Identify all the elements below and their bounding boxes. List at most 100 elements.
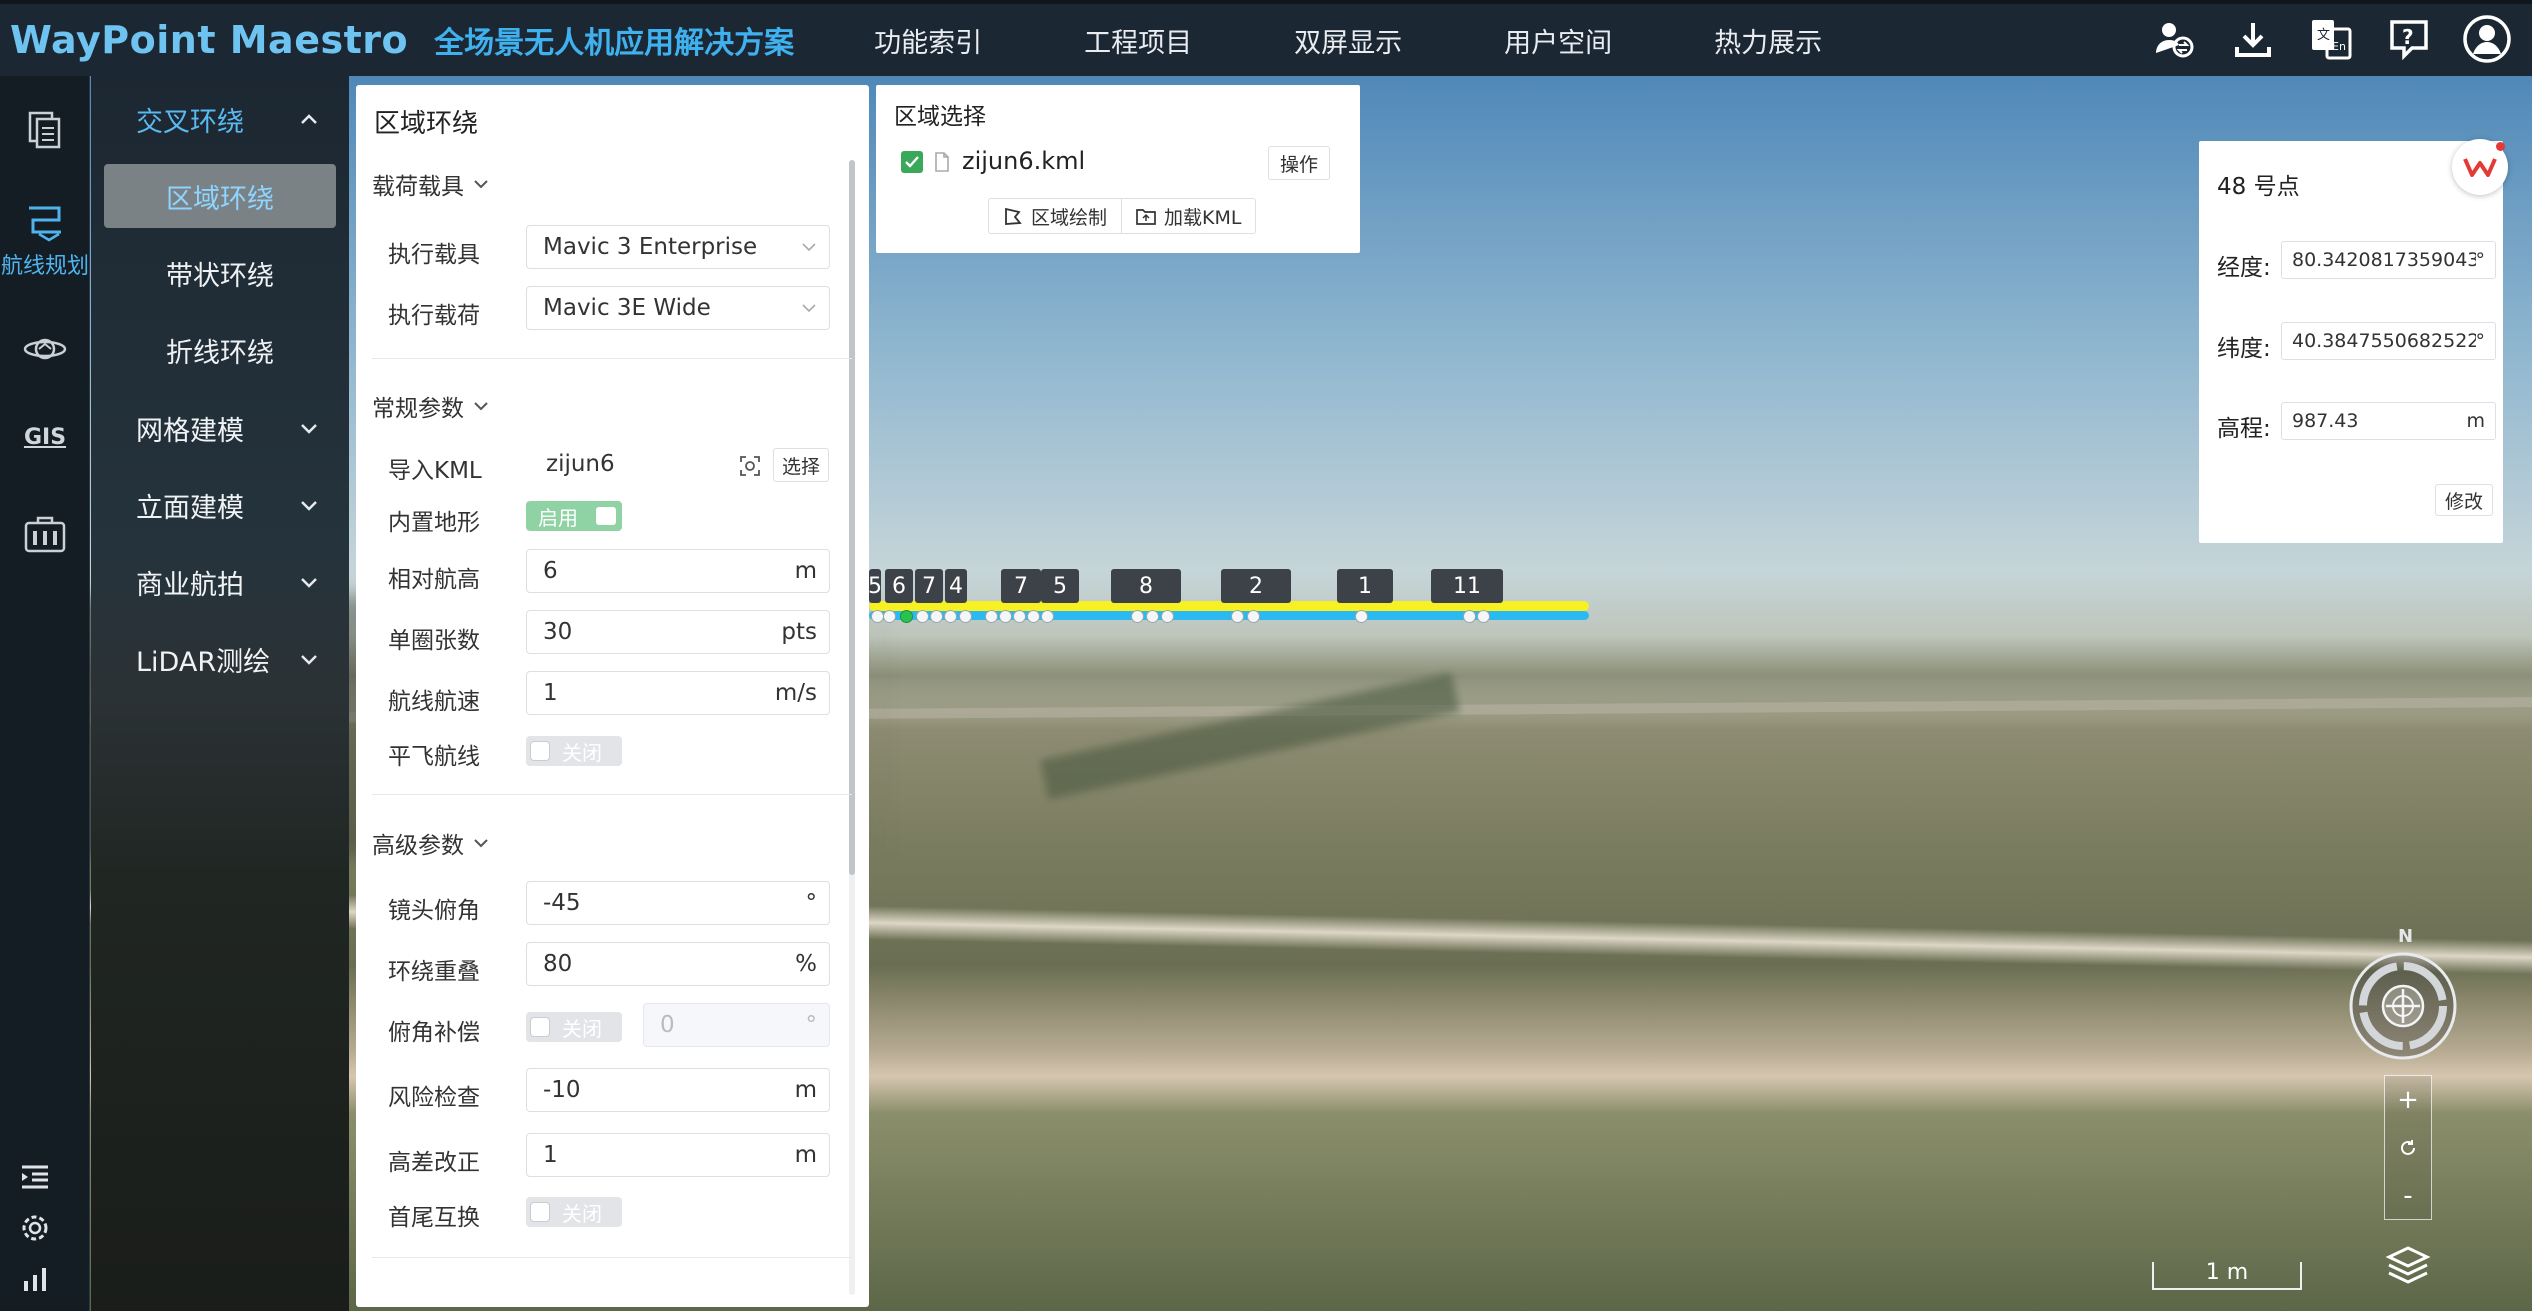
waypoint-dot[interactable] — [1463, 610, 1476, 623]
risk-input[interactable]: -10 m — [526, 1068, 830, 1112]
waypoint-dot[interactable] — [1041, 610, 1054, 623]
waypoint-tag[interactable]: 4 — [945, 569, 967, 603]
zoom-in-button[interactable]: + — [2385, 1076, 2431, 1124]
download-icon[interactable] — [2226, 12, 2280, 66]
waypoint-dot[interactable] — [1013, 610, 1026, 623]
edit-waypoint-button[interactable]: 修改 — [2435, 484, 2493, 516]
latitude-input[interactable]: 40.3847550682522 ° — [2281, 322, 2496, 360]
menu-group-lidar-mapping[interactable]: LiDAR测绘 — [91, 631, 349, 687]
menu-item-strip-orbit[interactable]: 带状环绕 — [104, 241, 336, 305]
kml-operate-button[interactable]: 操作 — [1268, 146, 1330, 180]
waypoint-tag[interactable]: 2 — [1221, 569, 1291, 603]
waypoint-tag[interactable]: 11 — [1431, 569, 1503, 603]
kml-checkbox[interactable] — [901, 151, 923, 173]
nav-heatmap[interactable]: 热力展示 — [1714, 21, 1822, 60]
waypoint-dot[interactable] — [985, 610, 998, 623]
nav-projects[interactable]: 工程项目 — [1084, 21, 1192, 60]
waypoint-dot-start[interactable] — [900, 610, 913, 623]
waypoint-dot[interactable] — [1146, 610, 1159, 623]
pitch-input[interactable]: -45 ° — [526, 881, 830, 925]
draw-area-button[interactable]: 区域绘制 — [989, 199, 1121, 233]
terrain-toggle[interactable]: 启用 — [526, 501, 622, 531]
elevation-input[interactable]: 987.43 m — [2281, 402, 2496, 440]
drone-orbit-icon[interactable] — [0, 321, 90, 377]
pitch-comp-toggle[interactable]: 关闭 — [526, 1012, 622, 1042]
altitude-input[interactable]: 6 m — [526, 549, 830, 593]
menu-item-polyline-orbit[interactable]: 折线环绕 — [104, 318, 336, 382]
waypoint-dot[interactable] — [944, 610, 957, 623]
payload-select[interactable]: Mavic 3E Wide — [526, 286, 830, 330]
shots-unit: pts — [781, 619, 817, 645]
swap-toggle[interactable]: 关闭 — [526, 1197, 622, 1227]
menu-group-facade-modeling[interactable]: 立面建模 — [91, 477, 349, 533]
vehicle-select[interactable]: Mavic 3 Enterprise — [526, 225, 830, 269]
wps-logo-icon[interactable] — [2452, 139, 2508, 195]
waypoint-tag[interactable]: 6 — [885, 569, 913, 603]
section-payload[interactable]: 载荷载具 — [372, 167, 490, 201]
settings-icon[interactable] — [18, 1211, 52, 1245]
waypoint-tag[interactable]: 1 — [1337, 569, 1393, 603]
waypoint-dot[interactable] — [959, 610, 972, 623]
waypoint-tag[interactable]: 8 — [1111, 569, 1181, 603]
scrollbar-thumb[interactable] — [849, 160, 855, 875]
kml-file-name[interactable]: zijun6.kml — [962, 147, 1085, 175]
kml-select-button[interactable]: 选择 — [773, 448, 829, 482]
svg-text:En: En — [2332, 40, 2346, 53]
waypoint-dot[interactable] — [999, 610, 1012, 623]
waypoint-dot[interactable] — [1161, 610, 1174, 623]
speed-input[interactable]: 1 m/s — [526, 671, 830, 715]
locate-icon[interactable] — [739, 455, 761, 477]
waypoint-dot[interactable] — [930, 610, 943, 623]
user-switch-icon[interactable] — [2148, 12, 2202, 66]
level-flight-toggle[interactable]: 关闭 — [526, 736, 622, 766]
waypoint-dot[interactable] — [1247, 610, 1260, 623]
menu-group-grid-modeling[interactable]: 网格建模 — [91, 400, 349, 456]
overlap-label: 环绕重叠 — [388, 959, 480, 985]
account-icon[interactable] — [2460, 12, 2514, 66]
waypoint-tag[interactable]: 7 — [915, 569, 943, 603]
height-fix-input[interactable]: 1 m — [526, 1133, 830, 1177]
file-icon — [935, 152, 949, 172]
stats-icon[interactable] — [18, 1262, 52, 1296]
waypoint-dot[interactable] — [883, 610, 896, 623]
pitch-unit: ° — [805, 890, 818, 916]
route-planning-menu[interactable]: 航线规划 — [0, 192, 90, 292]
section-advanced[interactable]: 高级参数 — [372, 826, 490, 860]
waypoint-dot[interactable] — [1027, 610, 1040, 623]
help-icon[interactable]: ? — [2382, 12, 2436, 66]
collapse-menu-icon[interactable] — [18, 1160, 52, 1194]
waypoint-dot[interactable] — [1477, 610, 1490, 623]
nav-function-index[interactable]: 功能索引 — [874, 21, 982, 60]
gis-icon[interactable]: GIS — [0, 414, 90, 460]
shots-input[interactable]: 30 pts — [526, 610, 830, 654]
risk-value: -10 — [543, 1077, 581, 1103]
waypoint-dot[interactable] — [1231, 610, 1244, 623]
longitude-input[interactable]: 80.3420817359043 ° — [2281, 241, 2496, 279]
waypoint-dot[interactable] — [1131, 610, 1144, 623]
toolbox-icon[interactable] — [0, 506, 90, 562]
section-general[interactable]: 常规参数 — [372, 389, 490, 423]
documents-icon[interactable] — [0, 102, 90, 158]
menu-group-commercial-aerial[interactable]: 商业航拍 — [91, 554, 349, 610]
waypoint-dot[interactable] — [916, 610, 929, 623]
route-overlay[interactable]: 5 6 7 4 7 5 8 2 1 11 — [868, 560, 1609, 640]
translate-icon[interactable]: 文 En — [2304, 12, 2358, 66]
toggle-text: 启用 — [538, 505, 578, 530]
waypoint-tag[interactable]: 7 — [1001, 569, 1041, 603]
chevron-down-icon — [474, 402, 488, 411]
overlap-input[interactable]: 80 % — [526, 942, 830, 986]
nav-user-space[interactable]: 用户空间 — [1504, 21, 1612, 60]
nav-dual-screen[interactable]: 双屏显示 — [1294, 21, 1402, 60]
menu-item-area-orbit[interactable]: 区域环绕 — [104, 164, 336, 228]
menu-group-cross-orbit[interactable]: 交叉环绕 — [91, 91, 349, 147]
layers-icon[interactable] — [2385, 1244, 2431, 1286]
zoom-out-button[interactable]: - — [2385, 1172, 2431, 1220]
load-kml-button[interactable]: 加载KML — [1121, 199, 1255, 233]
waypoint-tag[interactable]: 5 — [1041, 569, 1079, 603]
compass-icon[interactable] — [2348, 951, 2458, 1061]
waypoint-tag[interactable]: 5 — [868, 569, 882, 603]
panel-scrollbar[interactable] — [849, 160, 855, 1295]
reset-view-button[interactable] — [2385, 1124, 2431, 1172]
payload-label: 执行载荷 — [388, 303, 480, 329]
waypoint-dot[interactable] — [1355, 610, 1368, 623]
